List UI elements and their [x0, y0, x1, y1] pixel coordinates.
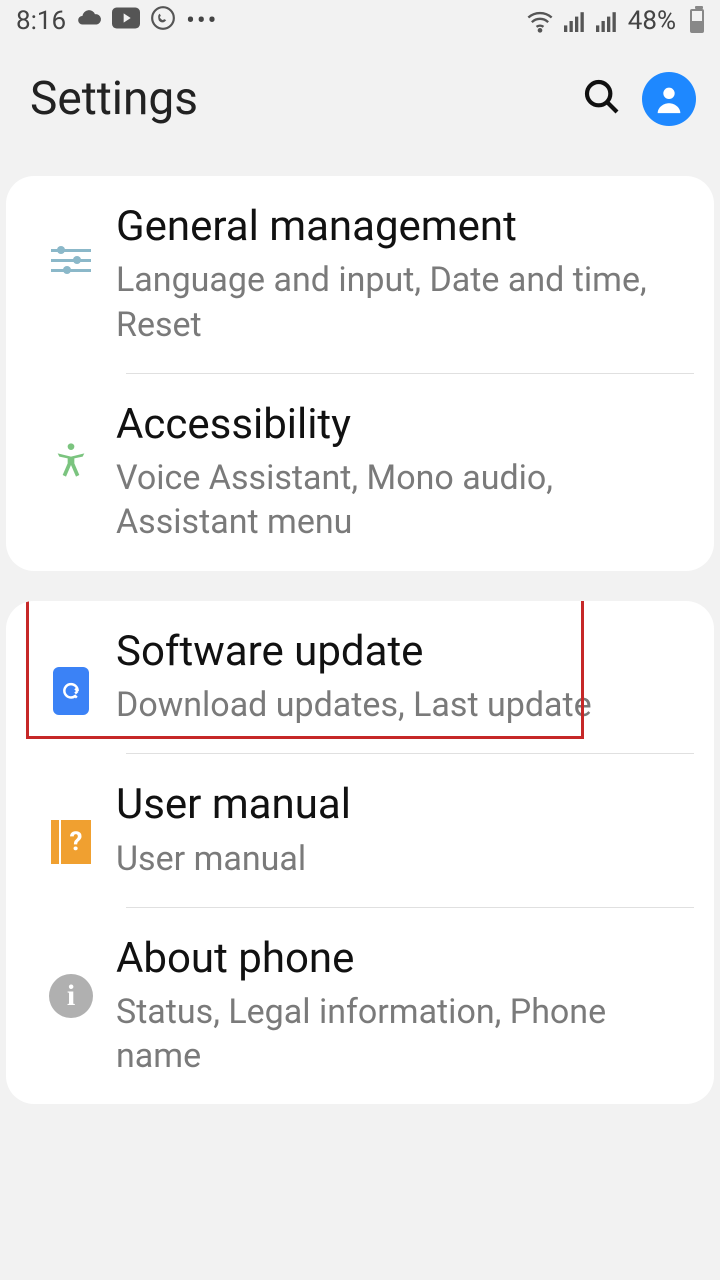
item-title: General management [116, 202, 684, 252]
item-general-management[interactable]: General management Language and input, D… [6, 176, 714, 373]
status-right: 48% [526, 6, 704, 36]
sliders-icon [26, 202, 116, 279]
item-user-manual[interactable]: ? User manual User manual [6, 754, 714, 907]
search-button[interactable] [582, 77, 622, 121]
battery-percent: 48% [628, 6, 676, 36]
item-subtitle: Download updates, Last update [116, 683, 684, 727]
signal-2-icon [596, 10, 618, 32]
update-icon [26, 627, 116, 715]
item-title: About phone [116, 934, 684, 984]
settings-group-1: General management Language and input, D… [6, 176, 714, 571]
item-software-update[interactable]: Software update Download updates, Last u… [6, 601, 714, 754]
status-bar: 8:16 ••• 48% [0, 0, 720, 42]
battery-icon [690, 9, 704, 33]
whatsapp-icon [150, 5, 176, 38]
item-title: Software update [116, 627, 684, 677]
status-left: 8:16 ••• [16, 5, 218, 38]
item-subtitle: Voice Assistant, Mono audio, Assistant m… [116, 456, 684, 544]
status-time: 8:16 [16, 6, 66, 36]
more-icon: ••• [186, 6, 218, 36]
page-title: Settings [30, 72, 562, 126]
accessibility-icon [26, 400, 116, 480]
item-accessibility[interactable]: Accessibility Voice Assistant, Mono audi… [6, 374, 714, 571]
wifi-icon [526, 9, 554, 33]
info-icon: i [26, 934, 116, 1018]
settings-group-2: Software update Download updates, Last u… [6, 601, 714, 1105]
item-title: Accessibility [116, 400, 684, 450]
item-about-phone[interactable]: i About phone Status, Legal information,… [6, 908, 714, 1105]
item-subtitle: Status, Legal information, Phone name [116, 990, 684, 1078]
item-subtitle: Language and input, Date and time, Reset [116, 258, 684, 346]
search-icon [582, 77, 622, 117]
profile-icon [642, 72, 696, 126]
signal-1-icon [564, 10, 586, 32]
cloud-icon [76, 5, 102, 38]
book-icon: ? [26, 780, 116, 864]
profile-button[interactable] [642, 72, 696, 126]
youtube-icon [112, 6, 140, 36]
item-subtitle: User manual [116, 837, 684, 881]
settings-header: Settings [0, 42, 720, 176]
item-title: User manual [116, 780, 684, 830]
